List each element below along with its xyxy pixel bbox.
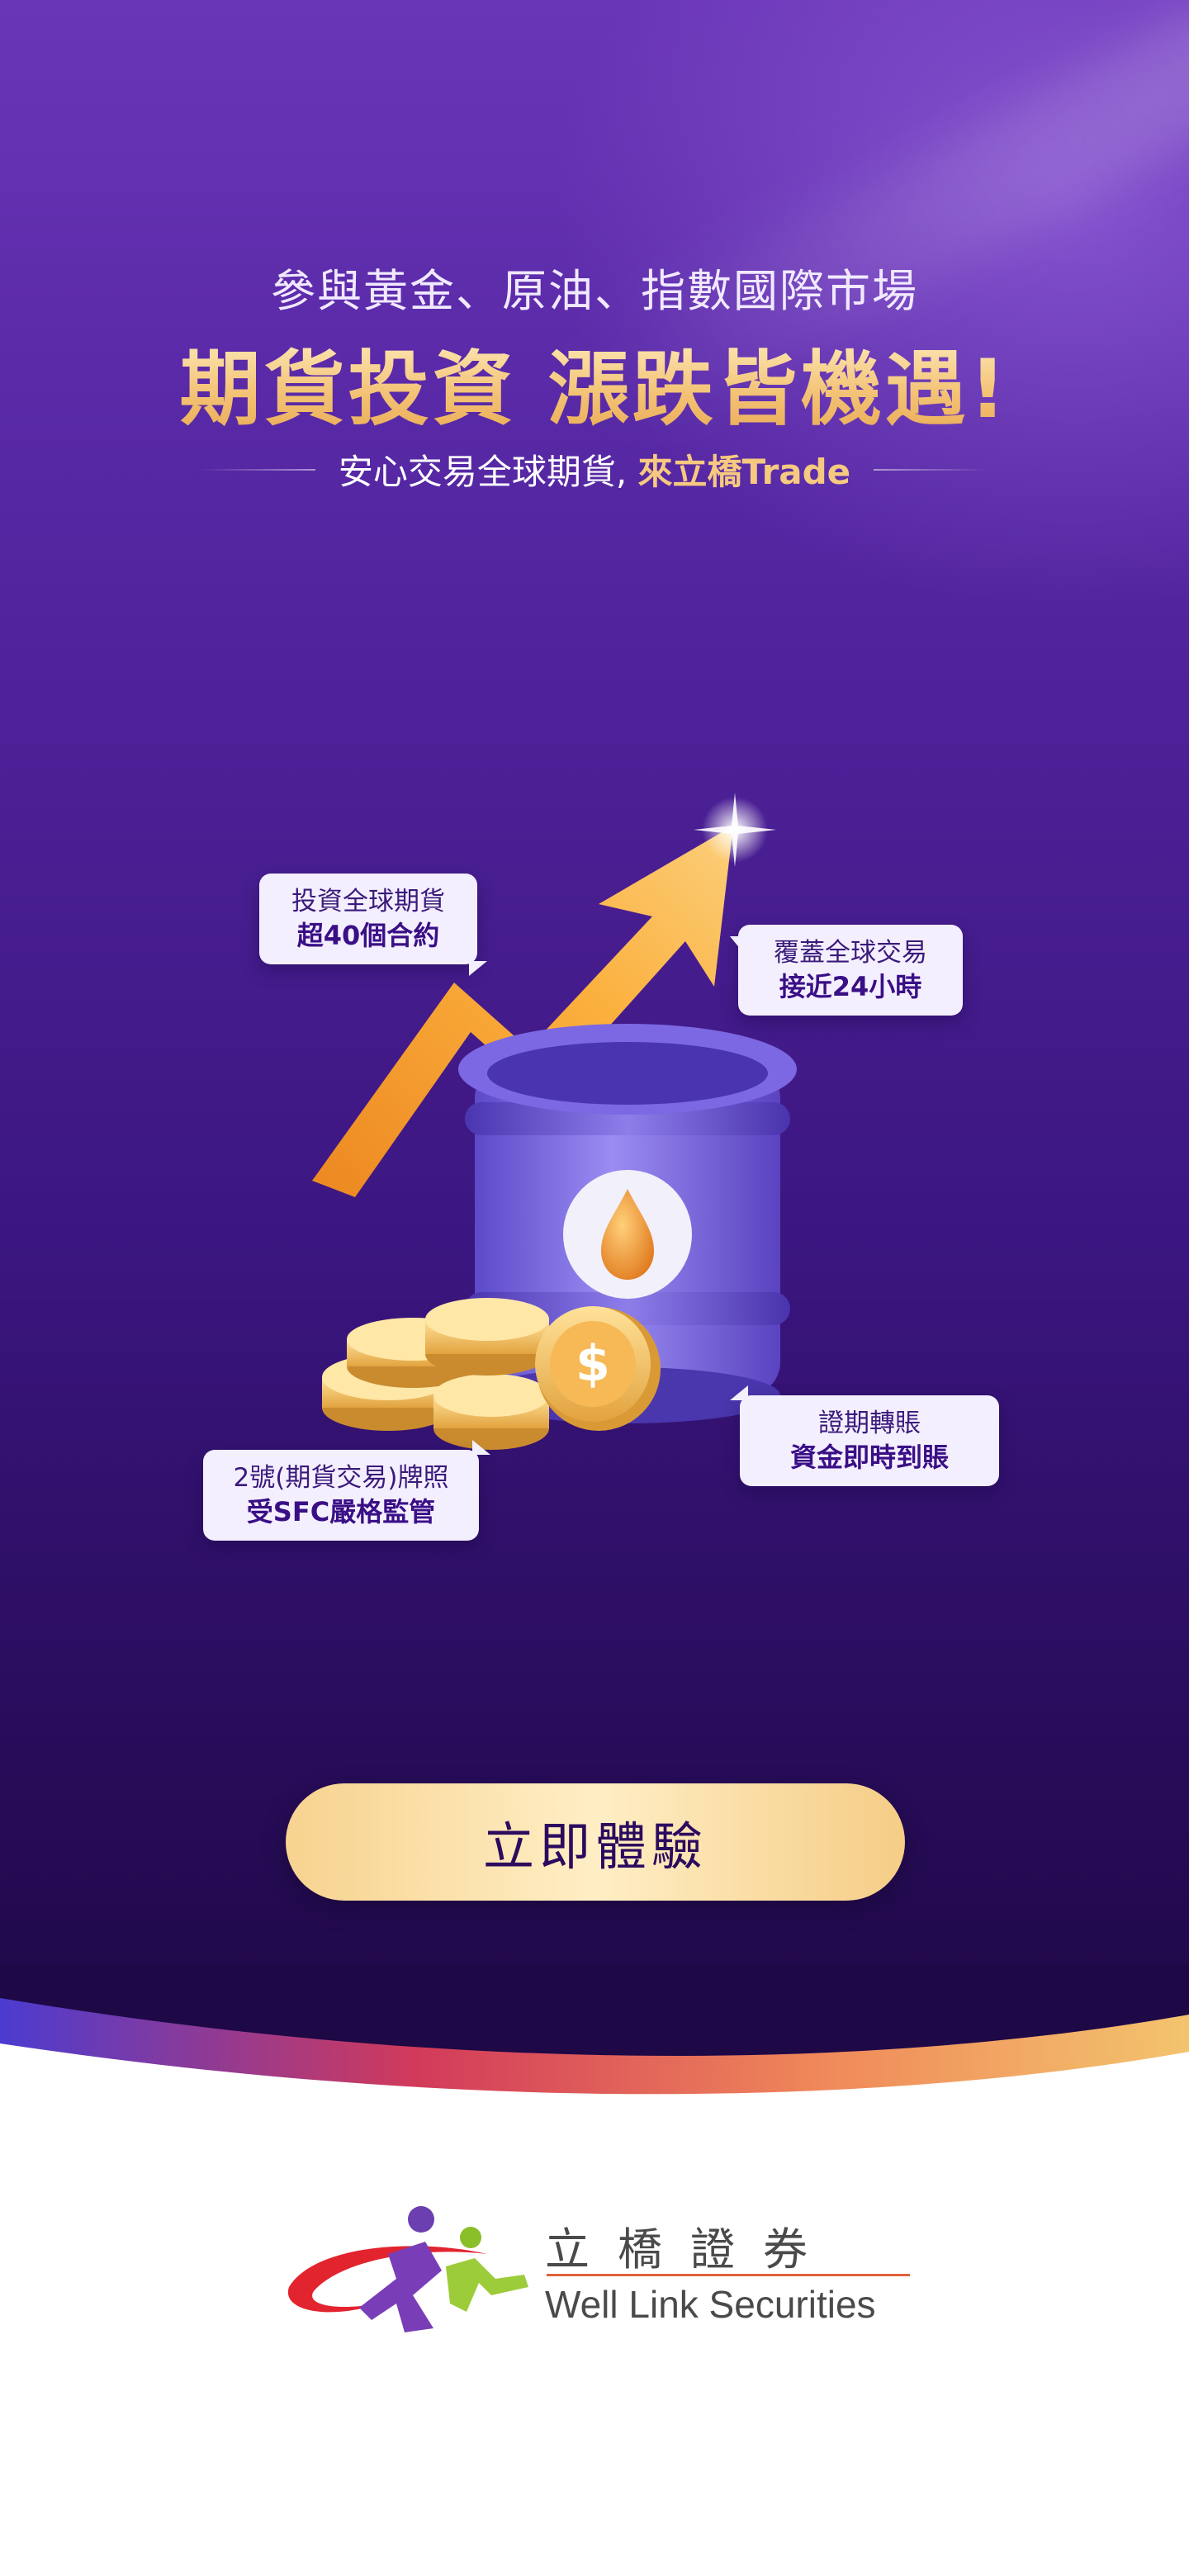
svg-text:$: $ [576,1335,610,1393]
logo-text-chinese: 立橋證券 [545,2223,836,2275]
feature-line2: 接近24小時 [779,971,922,1002]
feature-bubble-hours: 覆蓋全球交易 接近24小時 [730,925,963,1016]
tagline-brand: 來立橋Trade [637,452,851,492]
tagline-prefix: 安心交易全球期貨, [338,452,638,492]
tagline-divider-left [199,468,315,471]
feature-line1: 2號(期貨交易)牌照 [233,1463,449,1493]
logo-text-english: Well Link Securities [545,2283,876,2326]
hero-headline: 期貨投資 漲跌皆機遇! [0,324,1189,441]
feature-bubble-contracts: 投資全球期貨 超40個合約 [259,874,487,976]
barrel-top-inner [487,1042,768,1105]
feature-line1: 投資全球期貨 [291,887,445,916]
running-figures-icon [287,2206,528,2332]
logo-divider [547,2274,910,2276]
oil-barrel-illustration: $ [312,793,797,1450]
hero-subtitle: 參與黃金、原油、指數國際市場 [271,265,918,317]
feature-line1: 證期轉賬 [818,1409,921,1438]
feature-line2: 超40個合約 [296,920,440,951]
feature-line2: 資金即時到賬 [789,1442,949,1473]
hero-tagline: 安心交易全球期貨, 來立橋Trade [339,444,850,495]
feature-bubble-transfer: 證期轉賬 資金即時到賬 [730,1385,999,1486]
hero-tagline-row: 安心交易全球期貨, 來立橋Trade [0,444,1189,495]
feature-line1: 覆蓋全球交易 [774,938,927,968]
try-now-label: 立即體驗 [482,1819,708,1876]
feature-line2: 受SFC嚴格監管 [246,1496,436,1527]
footer-wave [0,1965,1189,2163]
tagline-divider-right [874,468,990,471]
feature-bubble-license: 2號(期貨交易)牌照 受SFC嚴格監管 [203,1440,490,1541]
promo-page: 參與黃金、原油、指數國際市場 期貨投資 漲跌皆機遇! 安心交易全球期貨, 來立橋… [0,0,1189,2576]
try-now-button[interactable]: 立即體驗 [286,1783,905,1901]
company-logo: 立橋證券 Well Link Securities [281,2196,910,2353]
